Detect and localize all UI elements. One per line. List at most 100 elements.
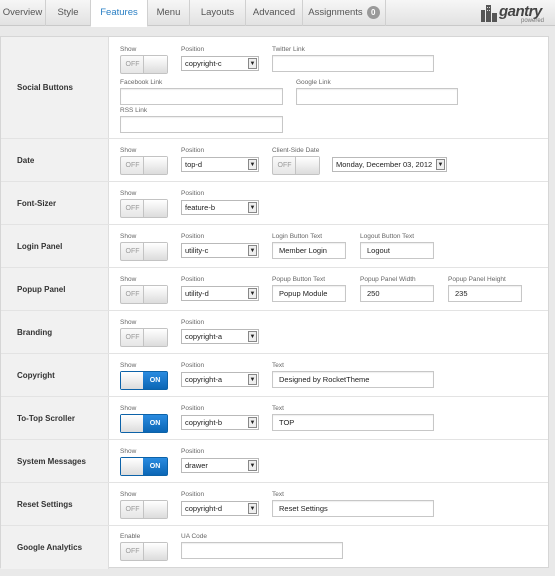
field-caption: Show	[120, 190, 137, 197]
field-caption: Position	[181, 233, 205, 240]
field-caption: Position	[181, 276, 205, 283]
login-position-select[interactable]: utility-c ▼	[181, 243, 259, 258]
fontsizer-show-toggle[interactable]: OFF	[120, 199, 168, 218]
toggle-state: ON	[143, 372, 167, 389]
field-caption: Popup Button Text	[272, 276, 326, 283]
field-caption: Logout Button Text	[360, 233, 415, 240]
tab-label: Menu	[156, 7, 181, 18]
branding-position-select[interactable]: copyright-a ▼	[181, 329, 259, 344]
login-show-toggle[interactable]: OFF	[120, 242, 168, 261]
tab-overview[interactable]: Overview	[0, 0, 46, 26]
popup-panel-width-input[interactable]: 250	[360, 285, 434, 302]
social-show-toggle[interactable]: OFF	[120, 55, 168, 74]
ua-code-field: UA Code	[181, 532, 343, 559]
totop-position-select[interactable]: copyright-b ▼	[181, 415, 259, 430]
field-caption: Position	[181, 405, 205, 412]
popup-text-field: Popup Button Text Popup Module	[272, 275, 346, 302]
social-position-field: Position copyright-c ▼	[181, 45, 259, 71]
select-value: copyright-a	[185, 375, 223, 384]
chevron-down-icon: ▼	[248, 245, 257, 256]
totop-show-toggle[interactable]: ON	[120, 414, 168, 433]
select-value: feature-b	[185, 203, 216, 212]
field-caption: Position	[181, 448, 205, 455]
field-caption: Position	[181, 491, 205, 498]
tab-style[interactable]: Style	[46, 0, 91, 26]
fontsizer-position-field: Position feature-b ▼	[181, 189, 259, 215]
google-link-input[interactable]	[296, 88, 458, 105]
login-button-text-input[interactable]: Member Login	[272, 242, 346, 259]
copyright-text-input[interactable]: Designed by RocketTheme	[272, 371, 434, 388]
fontsizer-position-select[interactable]: feature-b ▼	[181, 200, 259, 215]
field-caption: Show	[120, 319, 137, 326]
row-google-analytics: Google Analytics Enable OFF UA Code	[1, 526, 548, 569]
sysmsg-show-toggle[interactable]: ON	[120, 457, 168, 476]
social-position-select[interactable]: copyright-c ▼	[181, 56, 259, 71]
popup-panel-height-input[interactable]: 235	[448, 285, 522, 302]
rss-field: RSS Link	[120, 106, 283, 133]
copyright-position-select[interactable]: copyright-a ▼	[181, 372, 259, 387]
popup-position-select[interactable]: utility-d ▼	[181, 286, 259, 301]
toggle-state: OFF	[125, 291, 140, 298]
ua-code-input[interactable]	[181, 542, 343, 559]
branding-show-toggle[interactable]: OFF	[120, 328, 168, 347]
totop-text-input[interactable]: TOP	[272, 414, 434, 431]
copyright-show-field: Show ON	[120, 361, 168, 390]
facebook-link-input[interactable]	[120, 88, 283, 105]
tab-assignments[interactable]: Assignments 0	[303, 0, 386, 26]
field-caption: Show	[120, 276, 137, 283]
client-date-toggle[interactable]: OFF	[272, 156, 320, 175]
row-label: Copyright	[1, 354, 109, 396]
row-label: To-Top Scroller	[1, 397, 109, 439]
chevron-down-icon: ▼	[248, 503, 257, 514]
date-position-select[interactable]: top-d ▼	[181, 157, 259, 172]
field-caption: Text	[272, 491, 284, 498]
toggle-knob	[143, 56, 167, 73]
reset-show-toggle[interactable]: OFF	[120, 500, 168, 519]
tab-advanced[interactable]: Advanced	[246, 0, 303, 26]
tab-features[interactable]: Features	[91, 0, 148, 27]
chevron-down-icon: ▼	[248, 202, 257, 213]
features-panel: Social Buttons Show OFF Position copyrig…	[0, 36, 549, 569]
tab-label: Features	[100, 7, 138, 18]
reset-text-input[interactable]: Reset Settings	[272, 500, 434, 517]
field-caption: Facebook Link	[120, 79, 163, 86]
toggle-state: OFF	[125, 248, 140, 255]
login-show-field: Show OFF	[120, 232, 168, 261]
popup-button-text-input[interactable]: Popup Module	[272, 285, 346, 302]
totop-text-field: Text TOP	[272, 404, 434, 431]
facebook-field: Facebook Link	[120, 78, 283, 105]
date-show-toggle[interactable]: OFF	[120, 156, 168, 175]
row-label: Google Analytics	[1, 526, 109, 569]
date-format-field: Monday, December 03, 2012 ▼	[332, 155, 447, 172]
analytics-enable-toggle[interactable]: OFF	[120, 542, 168, 561]
field-caption: Position	[181, 362, 205, 369]
rss-link-input[interactable]	[120, 116, 283, 133]
login-text-field: Login Button Text Member Login	[272, 232, 346, 259]
toggle-state: OFF	[125, 162, 140, 169]
date-format-select[interactable]: Monday, December 03, 2012 ▼	[332, 157, 447, 172]
date-position-field: Position top-d ▼	[181, 146, 259, 172]
tab-layouts[interactable]: Layouts	[190, 0, 246, 26]
popup-show-toggle[interactable]: OFF	[120, 285, 168, 304]
reset-text-field: Text Reset Settings	[272, 490, 434, 517]
toggle-state: OFF	[277, 162, 292, 169]
select-value: drawer	[185, 461, 208, 470]
copyright-text-field: Text Designed by RocketTheme	[272, 361, 434, 388]
assignments-count-badge: 0	[366, 5, 380, 19]
tab-label: Layouts	[200, 7, 235, 18]
reset-position-select[interactable]: copyright-d ▼	[181, 501, 259, 516]
field-caption: Show	[120, 448, 137, 455]
toggle-state: OFF	[125, 205, 140, 212]
logout-button-text-input[interactable]: Logout	[360, 242, 434, 259]
copyright-show-toggle[interactable]: ON	[120, 371, 168, 390]
toggle-state: ON	[143, 458, 167, 475]
field-caption: Position	[181, 190, 205, 197]
tab-menu[interactable]: Menu	[148, 0, 190, 26]
chevron-down-icon: ▼	[436, 159, 445, 170]
branding-show-field: Show OFF	[120, 318, 168, 347]
sysmsg-position-select[interactable]: drawer ▼	[181, 458, 259, 473]
twitter-link-input[interactable]	[272, 55, 434, 72]
chevron-down-icon: ▼	[248, 417, 257, 428]
row-social-buttons: Social Buttons Show OFF Position copyrig…	[1, 37, 548, 139]
date-show-field: Show OFF	[120, 146, 168, 175]
